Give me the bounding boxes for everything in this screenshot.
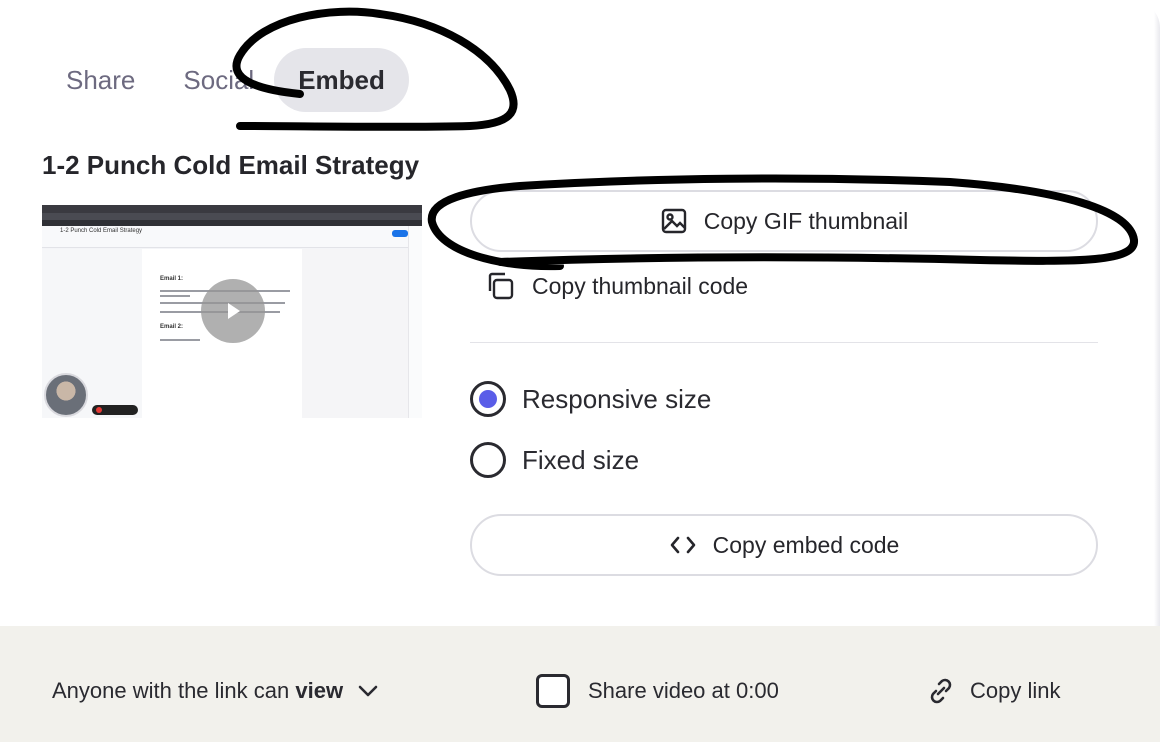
responsive-size-label: Responsive size [522, 383, 712, 414]
link-permission-dropdown[interactable]: Anyone with the link can view [52, 678, 379, 704]
fixed-size-option[interactable]: Fixed size [470, 440, 639, 480]
copy-icon [484, 270, 516, 302]
tab-embed[interactable]: Embed [274, 48, 409, 112]
share-at-time-checkbox[interactable] [536, 674, 570, 708]
permission-prefix: Anyone with the link can [52, 678, 290, 703]
doc-heading-2: Email 2: [160, 324, 184, 330]
share-footer: Anyone with the link can view Share vide… [0, 626, 1160, 742]
docs-side-panel [408, 226, 422, 418]
docs-title: 1-2 Punch Cold Email Strategy [60, 228, 143, 234]
doc-heading-1: Email 1: [160, 276, 184, 282]
video-thumbnail[interactable]: 1-2 Punch Cold Email Strategy Email 1: E… [42, 205, 422, 418]
permission-text: Anyone with the link can view [52, 678, 343, 704]
share-at-time-toggle[interactable]: Share video at 0:00 [536, 674, 779, 708]
share-at-time-label: Share video at 0:00 [588, 678, 779, 703]
tab-share[interactable]: Share [46, 48, 155, 112]
link-icon [926, 676, 956, 706]
presenter-avatar [44, 373, 88, 417]
tab-social[interactable]: Social [163, 48, 274, 112]
record-dot-icon [96, 407, 102, 413]
chevron-down-icon [357, 684, 379, 698]
copy-link-button[interactable]: Copy link [926, 676, 1060, 706]
browser-urlbar [42, 213, 422, 220]
code-brackets-icon [669, 533, 697, 557]
doc-line [160, 339, 200, 341]
browser-tabstrip [42, 205, 422, 213]
fixed-size-label: Fixed size [522, 444, 640, 475]
docs-share-button [392, 230, 408, 237]
tab-bar: Share Social Embed [46, 48, 409, 112]
copy-embed-code-label: Copy embed code [712, 531, 900, 558]
responsive-size-option[interactable]: Responsive size [470, 379, 711, 419]
permission-value: view [295, 678, 344, 703]
copy-gif-thumbnail-label: Copy GIF thumbnail [703, 207, 909, 234]
embed-modal: Share Social Embed 1-2 Punch Cold Email … [0, 0, 1160, 742]
image-icon [660, 207, 688, 235]
copy-gif-thumbnail-button[interactable]: Copy GIF thumbnail [470, 190, 1098, 252]
docs-right-pane [302, 249, 408, 418]
copy-link-label: Copy link [970, 678, 1061, 703]
copy-thumbnail-code-label: Copy thumbnail code [532, 272, 749, 299]
copy-thumbnail-code-button[interactable]: Copy thumbnail code [484, 266, 748, 306]
responsive-size-radio[interactable] [470, 381, 506, 417]
video-title: 1-2 Punch Cold Email Strategy [42, 150, 420, 180]
radio-selected-dot [479, 390, 497, 408]
section-divider [470, 342, 1098, 343]
copy-embed-code-button[interactable]: Copy embed code [470, 514, 1098, 576]
fixed-size-radio[interactable] [470, 442, 506, 478]
play-button-icon[interactable] [201, 279, 265, 343]
doc-line [160, 295, 190, 297]
